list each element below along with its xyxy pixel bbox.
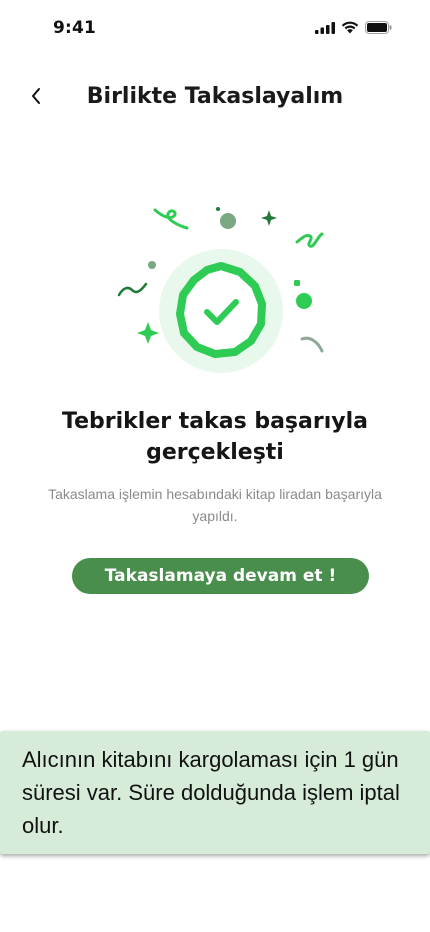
- continue-trade-button[interactable]: Takaslamaya devam et !: [72, 558, 369, 594]
- confetti-dot-icon: [294, 280, 300, 286]
- battery-icon: [365, 21, 392, 39]
- page-title: Birlikte Takaslayalım: [86, 84, 344, 109]
- confetti-dot-icon: [296, 293, 312, 309]
- status-icons: [315, 21, 392, 39]
- confetti-dot-icon: [216, 207, 220, 211]
- sparkle-icon: [137, 322, 159, 344]
- wifi-icon: [341, 21, 359, 39]
- header: Birlikte Takaslayalım: [0, 72, 430, 124]
- success-subtitle: Takaslama işlemin hesabındaki kitap lira…: [48, 486, 382, 524]
- status-time: 9:41: [53, 18, 97, 38]
- success-illustration: [100, 196, 340, 396]
- success-title: Tebrikler takas başarıyla gerçekleşti: [62, 409, 368, 465]
- info-banner: Alıcının kitabını kargolaması için 1 gün…: [0, 731, 430, 854]
- confetti-arc-icon: [300, 336, 324, 353]
- check-badge-icon: [176, 262, 266, 358]
- sparkle-icon: [261, 210, 277, 226]
- confetti-squiggle-icon: [295, 232, 324, 248]
- info-banner-text: Alıcının kitabını kargolaması için 1 gün…: [22, 747, 400, 838]
- confetti-dot-icon: [220, 213, 236, 229]
- signal-icon: [315, 21, 335, 39]
- confetti-squiggle-icon: [117, 282, 148, 297]
- status-bar: 9:41: [0, 0, 430, 56]
- confetti-dot-icon: [148, 261, 156, 269]
- confetti-ribbon-icon: [153, 208, 189, 230]
